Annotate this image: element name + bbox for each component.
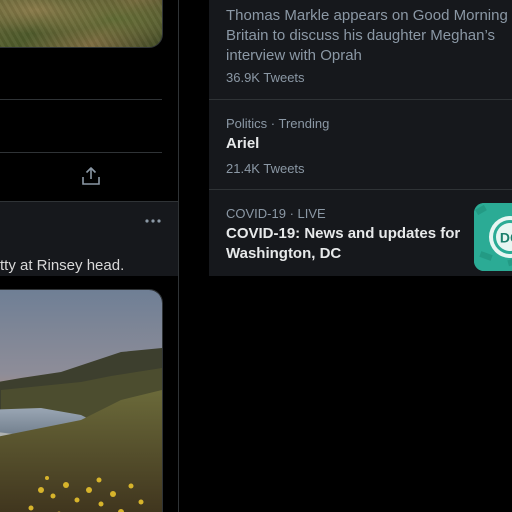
covid-dc-badge-icon: DC (474, 203, 512, 271)
more-options-button[interactable] (143, 211, 163, 231)
trend-tweet-count: 36.9K Tweets (226, 70, 305, 85)
timeline-column: tty at Rinsey head. (0, 0, 179, 512)
more-options-icon (145, 219, 161, 223)
trend-item[interactable]: Thomas Markle appears on Good Morning Br… (209, 0, 512, 100)
trend-tweet-count: 21.4K Tweets (226, 161, 305, 176)
share-icon (82, 167, 100, 185)
tweet-photo[interactable] (0, 289, 163, 512)
trend-context: Politics · Trending (226, 116, 330, 131)
covid-thumbnail[interactable]: DC (474, 203, 512, 271)
trend-context: COVID-19 · LIVE (226, 206, 326, 221)
trend-item[interactable]: Politics · Trending Ariel 21.4K Tweets (209, 100, 512, 190)
share-button[interactable] (80, 164, 102, 188)
covid-thumb-text: DC (500, 230, 512, 246)
coastal-sunset-image (0, 290, 162, 512)
trend-item[interactable]: COVID-19 · LIVE COVID-19: News and updat… (209, 190, 512, 276)
divider (0, 152, 162, 153)
trend-title: Ariel (226, 135, 260, 152)
trends-panel: Thomas Markle appears on Good Morning Br… (209, 0, 512, 276)
page: tty at Rinsey head. Thomas Markle appear… (0, 0, 512, 512)
divider (0, 99, 162, 100)
tweet-media-image[interactable] (0, 0, 163, 48)
trend-title: COVID-19: News and updates for Washingto… (226, 225, 461, 262)
tweet-text: tty at Rinsey head. (0, 257, 125, 274)
trend-description: Thomas Markle appears on Good Morning Br… (226, 7, 508, 64)
